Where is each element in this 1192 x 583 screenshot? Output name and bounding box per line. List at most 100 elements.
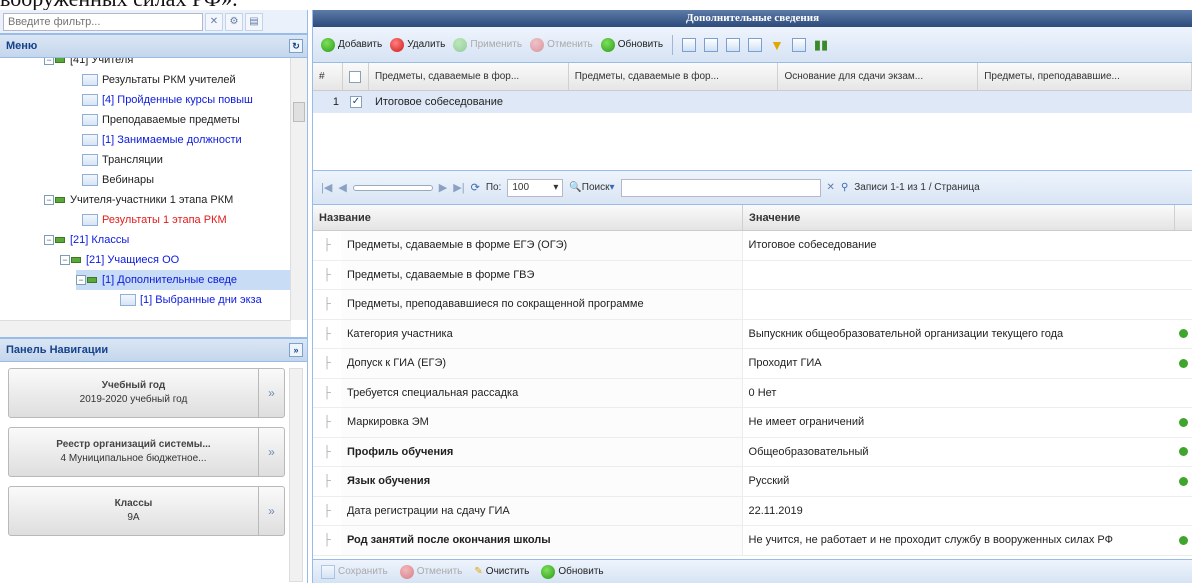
tree-node[interactable]: Вебинары (82, 170, 154, 190)
tree-node[interactable]: Трансляции (82, 150, 163, 170)
filter-button[interactable]: ▼ (768, 33, 786, 57)
search-dropdown[interactable]: 🔍Поиск▾ (569, 182, 614, 193)
property-value[interactable]: Итоговое собеседование (743, 231, 1175, 260)
tree-node[interactable]: [1] Выбранные дни экза (120, 290, 262, 310)
tree-node[interactable]: − Учителя-участники 1 этапа РКМ (44, 190, 233, 210)
col-value-header[interactable]: Значение (743, 205, 1175, 230)
settings-button[interactable] (790, 33, 808, 57)
property-value[interactable] (743, 290, 1175, 319)
tree-vertical-scrollbar[interactable] (290, 58, 307, 320)
filter-settings-button[interactable]: ⚙ (225, 12, 243, 31)
clear-search-icon[interactable]: ✕ (827, 182, 835, 193)
property-row[interactable]: ├ Профиль обучения Общеобразовательный (313, 437, 1192, 467)
cancel-button[interactable]: Отменить (528, 33, 595, 57)
nav-item[interactable]: Классы 9А » (8, 486, 285, 536)
property-value[interactable]: 22.11.2019 (743, 497, 1175, 526)
chevron-right-icon[interactable]: » (258, 487, 284, 535)
property-row[interactable]: ├ Предметы, сдаваемые в форме ГВЭ (313, 260, 1192, 290)
expand-tree-button[interactable]: ▤ (245, 12, 263, 31)
tree-node[interactable]: [1] Занимаемые должности (82, 130, 242, 150)
nav-item[interactable]: Реестр организаций системы... 4 Муниципал… (8, 427, 285, 477)
property-row[interactable]: ├ Маркировка ЭМ Не имеет ограничений (313, 408, 1192, 438)
clear-filter-button[interactable]: ✕ (205, 12, 223, 31)
property-value[interactable]: Проходит ГИА (743, 349, 1175, 378)
last-page-icon[interactable]: ▶| (453, 181, 464, 194)
property-row[interactable]: ├ Предметы, сдаваемые в форме ЕГЭ (ОГЭ) Ит… (313, 231, 1192, 261)
bottom-refresh-button[interactable]: Обновить (539, 560, 605, 583)
edit-view-button[interactable] (702, 33, 720, 57)
property-row[interactable]: ├ Допуск к ГИА (ЕГЭ) Проходит ГИА (313, 349, 1192, 379)
property-value[interactable]: 0 Нет (743, 379, 1175, 408)
property-row[interactable]: ├ Предметы, преподававшиеся по сокращенно… (313, 290, 1192, 320)
property-row[interactable]: ├ Род занятий после окончания школы Не учи… (313, 526, 1192, 556)
table-row[interactable]: 1 ✓ Итоговое собеседование (313, 91, 1192, 113)
col-name-header[interactable]: Название (313, 205, 743, 230)
refresh-menu-icon[interactable]: ↻ (289, 39, 303, 53)
property-row[interactable]: ├ Требуется специальная рассадка 0 Нет (313, 378, 1192, 408)
grid-view-button[interactable] (680, 33, 698, 57)
grid-col-number[interactable]: # (313, 63, 343, 90)
property-value[interactable]: Выпускник общеобразовательной организаци… (743, 320, 1175, 349)
tree-node[interactable]: Преподаваемые предметы (82, 110, 240, 130)
nav-item-value: 2019-2020 учебный год (79, 394, 188, 405)
tree-node[interactable]: Результаты РКМ учителей (82, 70, 236, 90)
grid-col-4[interactable]: Предметы, преподававшие... (978, 63, 1192, 90)
property-value[interactable]: Русский (743, 467, 1175, 496)
search-input[interactable] (620, 178, 821, 197)
export-button[interactable] (724, 33, 742, 57)
chart-button[interactable]: ▮▮ (812, 33, 830, 57)
property-row[interactable]: ├ Дата регистрации на сдачу ГИА 22.11.2019 (313, 496, 1192, 526)
next-page-icon[interactable]: ▶ (439, 181, 447, 194)
clear-button[interactable]: ✎ Очистить (472, 560, 531, 583)
tree-horizontal-scrollbar[interactable] (0, 320, 291, 337)
prev-page-icon[interactable]: ◀ (338, 181, 346, 194)
property-value[interactable]: Не имеет ограничений (743, 408, 1175, 437)
filter-input[interactable] (3, 12, 203, 31)
property-name: Маркировка ЭМ (340, 408, 743, 437)
grid-col-select[interactable] (343, 63, 369, 90)
property-row[interactable]: ├ Язык обучения Русский (313, 467, 1192, 497)
tree-line-icon: ├ (323, 239, 331, 252)
tree-node[interactable]: − [21] Учащиеся ОО (60, 250, 179, 270)
tree-node[interactable]: [4] Пройденные курсы повыш (82, 90, 253, 110)
chevron-right-icon[interactable]: » (258, 369, 284, 417)
property-row[interactable]: ├ Категория участника Выпускник общеобразо… (313, 319, 1192, 349)
per-page-select[interactable]: 100 ▾ (507, 178, 564, 197)
tree-node[interactable]: − [21] Классы (44, 230, 129, 250)
print-button[interactable] (746, 33, 764, 57)
delete-button[interactable]: Удалить (388, 33, 447, 57)
tree-node-label: Преподаваемые предметы (102, 114, 240, 126)
collapse-nav-icon[interactable]: » (289, 343, 303, 357)
tree-line-icon: ├ (323, 327, 331, 340)
plus-icon (321, 37, 335, 52)
page-slider[interactable] (352, 184, 433, 191)
add-button[interactable]: Добавить (319, 33, 384, 57)
grid-col-1[interactable]: Предметы, сдаваемые в фор... (369, 63, 569, 90)
nav-scrollbar[interactable] (289, 368, 303, 582)
first-page-icon[interactable]: |◀ (321, 181, 332, 194)
bottom-cancel-button[interactable]: Отменить (398, 560, 465, 583)
property-value[interactable] (743, 261, 1175, 290)
property-name: Дата регистрации на сдачу ГИА (340, 496, 743, 525)
property-value[interactable]: Общеобразовательный (743, 438, 1175, 467)
refresh-button[interactable]: Обновить (599, 33, 665, 57)
export-icon (726, 37, 741, 52)
search-icon[interactable]: ⚲ (841, 182, 848, 193)
status-dot-icon (1178, 358, 1188, 368)
apply-button[interactable]: Применить (451, 33, 524, 57)
nav-item-value: 9А (127, 512, 140, 523)
grid-col-2[interactable]: Предметы, сдаваемые в фор... (569, 63, 779, 90)
grid-col-3[interactable]: Основание для сдачи экзам... (778, 63, 979, 90)
tree-node[interactable]: − [41] Учителя (44, 58, 133, 70)
nav-item[interactable]: Учебный год 2019-2020 учебный год » (8, 368, 285, 418)
chevron-right-icon[interactable]: » (258, 428, 284, 476)
grid-icon (682, 37, 697, 52)
tree-node[interactable]: − [1] Дополнительные сведе (76, 270, 291, 290)
row-checkbox[interactable]: ✓ (350, 96, 362, 108)
reload-icon[interactable]: ⟳ (471, 181, 480, 194)
pager: |◀ ◀ ▶ ▶| ⟳ По: 100 ▾ 🔍Поиск▾ ✕ ⚲ Записи … (313, 171, 1192, 205)
tree-node[interactable]: Результаты 1 этапа РКМ (82, 210, 227, 230)
property-value[interactable]: Не учится, не работает и не проходит слу… (743, 526, 1175, 555)
save-button[interactable]: Сохранить (319, 560, 390, 583)
select-all-checkbox[interactable] (349, 70, 362, 83)
